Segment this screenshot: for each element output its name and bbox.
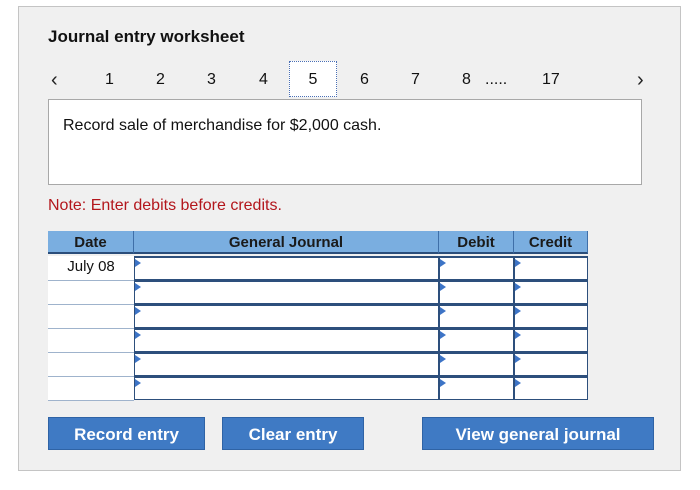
pager: ‹ 1 2 3 4 5 6 7 8 ..... 17 › (19, 61, 682, 103)
date-cell-1: July 08 (48, 256, 134, 280)
credit-input-1[interactable] (514, 256, 588, 280)
date-cell-6 (48, 376, 134, 400)
row-divider (48, 328, 134, 329)
account-input-4[interactable] (134, 328, 439, 352)
header-credit: Credit (514, 231, 588, 254)
header-date: Date (48, 231, 134, 254)
date-cell-2 (48, 280, 134, 304)
worksheet-panel: Journal entry worksheet ‹ 1 2 3 4 5 6 7 … (18, 6, 681, 471)
clear-entry-button[interactable]: Clear entry (222, 417, 364, 450)
page-1[interactable]: 1 (105, 71, 114, 89)
dropdown-marker-icon (440, 307, 446, 315)
row-divider (48, 280, 134, 281)
dropdown-marker-icon (135, 283, 141, 291)
row-divider (48, 304, 134, 305)
account-input-3[interactable] (134, 304, 439, 328)
page-7[interactable]: 7 (411, 71, 420, 89)
page-6[interactable]: 6 (360, 71, 369, 89)
view-general-journal-button[interactable]: View general journal (422, 417, 654, 450)
account-input-6[interactable] (134, 376, 439, 400)
header-debit: Debit (439, 231, 514, 254)
dropdown-marker-icon (135, 379, 141, 387)
dropdown-marker-icon (515, 331, 521, 339)
chevron-left-icon[interactable]: ‹ (51, 69, 58, 92)
dropdown-marker-icon (135, 259, 141, 267)
credit-input-4[interactable] (514, 328, 588, 352)
dropdown-marker-icon (515, 259, 521, 267)
credit-input-2[interactable] (514, 280, 588, 304)
account-input-1[interactable] (134, 256, 439, 280)
pager-ellipsis: ..... (485, 71, 508, 88)
row-divider (48, 400, 134, 401)
credit-input-3[interactable] (514, 304, 588, 328)
dropdown-marker-icon (515, 355, 521, 363)
dropdown-marker-icon (135, 355, 141, 363)
chevron-right-icon[interactable]: › (637, 69, 644, 92)
page-2[interactable]: 2 (156, 71, 165, 89)
page-4[interactable]: 4 (259, 71, 268, 89)
transaction-description-box: Record sale of merchandise for $2,000 ca… (48, 99, 642, 185)
debit-input-4[interactable] (439, 328, 514, 352)
dropdown-marker-icon (135, 307, 141, 315)
debit-input-1[interactable] (439, 256, 514, 280)
dropdown-marker-icon (440, 331, 446, 339)
dropdown-marker-icon (515, 379, 521, 387)
dropdown-marker-icon (440, 283, 446, 291)
row-divider (48, 376, 134, 377)
dropdown-marker-icon (440, 355, 446, 363)
debit-input-3[interactable] (439, 304, 514, 328)
credit-input-6[interactable] (514, 376, 588, 400)
credit-input-5[interactable] (514, 352, 588, 376)
date-cell-4 (48, 328, 134, 352)
dropdown-marker-icon (515, 283, 521, 291)
date-cell-3 (48, 304, 134, 328)
dropdown-marker-icon (440, 379, 446, 387)
account-input-2[interactable] (134, 280, 439, 304)
dropdown-marker-icon (440, 259, 446, 267)
debit-input-2[interactable] (439, 280, 514, 304)
worksheet-title: Journal entry worksheet (48, 27, 245, 46)
dropdown-marker-icon (515, 307, 521, 315)
page-17[interactable]: 17 (542, 71, 560, 89)
page-8[interactable]: 8 (462, 71, 471, 89)
page-5-active[interactable]: 5 (289, 61, 337, 97)
record-entry-button[interactable]: Record entry (48, 417, 205, 450)
row-divider (48, 352, 134, 353)
date-cell-5 (48, 352, 134, 376)
debit-input-5[interactable] (439, 352, 514, 376)
transaction-description: Record sale of merchandise for $2,000 ca… (63, 117, 382, 134)
debit-input-6[interactable] (439, 376, 514, 400)
account-input-5[interactable] (134, 352, 439, 376)
dropdown-marker-icon (135, 331, 141, 339)
page-3[interactable]: 3 (207, 71, 216, 89)
header-general-journal: General Journal (134, 231, 439, 254)
note-text: Note: Enter debits before credits. (48, 197, 282, 214)
